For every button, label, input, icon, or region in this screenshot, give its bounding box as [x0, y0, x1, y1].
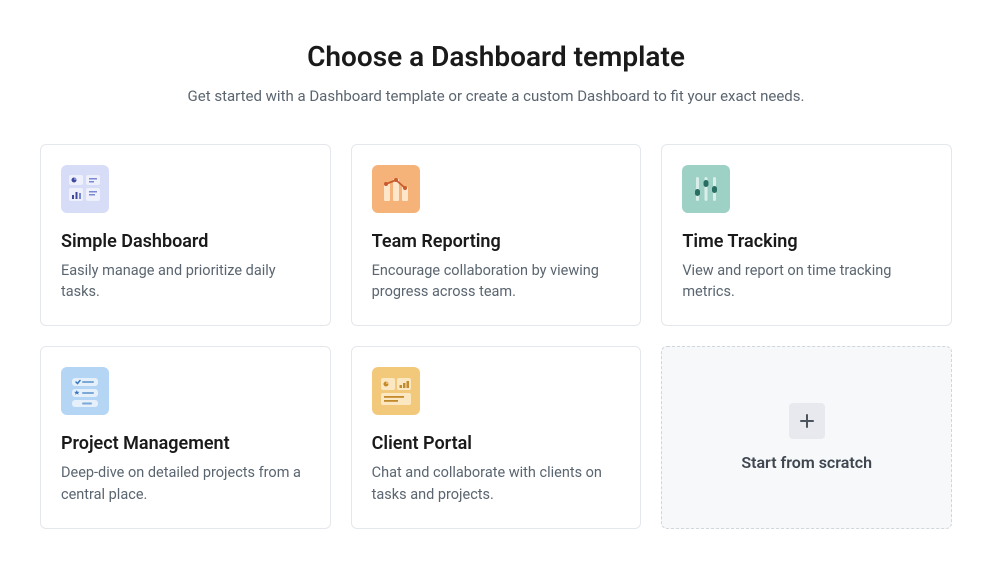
template-title: Simple Dashboard	[61, 231, 310, 252]
start-from-scratch-card[interactable]: Start from scratch	[661, 346, 952, 529]
template-description: Easily manage and prioritize daily tasks…	[61, 260, 310, 304]
template-description: Chat and collaborate with clients on tas…	[372, 462, 621, 506]
start-from-scratch-label: Start from scratch	[741, 453, 872, 472]
template-title: Team Reporting	[372, 231, 621, 252]
template-card-team-reporting[interactable]: Team Reporting Encourage collaboration b…	[351, 144, 642, 327]
template-grid: Simple Dashboard Easily manage and prior…	[40, 144, 952, 529]
page-title: Choose a Dashboard template	[40, 40, 952, 73]
plus-icon	[789, 403, 825, 439]
page-header: Choose a Dashboard template Get started …	[40, 40, 952, 108]
page-subtitle: Get started with a Dashboard template or…	[186, 85, 806, 108]
template-title: Project Management	[61, 433, 310, 454]
client-portal-icon	[372, 367, 420, 415]
team-reporting-icon	[372, 165, 420, 213]
time-tracking-icon	[682, 165, 730, 213]
template-card-project-management[interactable]: Project Management Deep-dive on detailed…	[40, 346, 331, 529]
project-management-icon	[61, 367, 109, 415]
template-picker-page: Choose a Dashboard template Get started …	[0, 0, 992, 529]
template-title: Client Portal	[372, 433, 621, 454]
template-card-client-portal[interactable]: Client Portal Chat and collaborate with …	[351, 346, 642, 529]
template-title: Time Tracking	[682, 231, 931, 252]
template-description: Encourage collaboration by viewing progr…	[372, 260, 621, 304]
simple-dashboard-icon	[61, 165, 109, 213]
template-description: Deep-dive on detailed projects from a ce…	[61, 462, 310, 506]
template-card-simple-dashboard[interactable]: Simple Dashboard Easily manage and prior…	[40, 144, 331, 327]
template-description: View and report on time tracking metrics…	[682, 260, 931, 304]
template-card-time-tracking[interactable]: Time Tracking View and report on time tr…	[661, 144, 952, 327]
